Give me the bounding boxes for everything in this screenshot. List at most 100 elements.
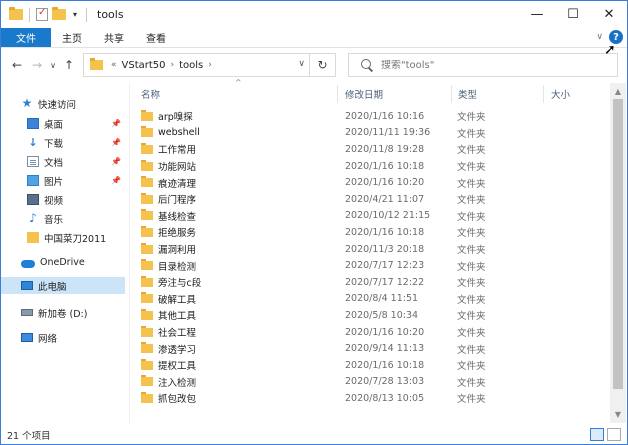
sidebar-item-label: 中国菜刀2011 bbox=[44, 233, 107, 245]
table-row[interactable]: webshell 2020/11/11 19:36 文件夹 bbox=[137, 125, 593, 142]
table-row[interactable]: arp嗅探 2020/1/16 10:16 文件夹 bbox=[137, 108, 593, 125]
file-type: 文件夹 bbox=[457, 245, 486, 257]
folder-icon[interactable] bbox=[9, 7, 23, 20]
sidebar-item-downloads[interactable]: ↓ 下载 📌 bbox=[27, 134, 125, 151]
breadcrumb-tools[interactable]: tools bbox=[176, 60, 206, 71]
large-icons-view-button[interactable] bbox=[607, 428, 621, 441]
table-row[interactable]: 其他工具 2020/5/8 10:34 文件夹 bbox=[137, 307, 593, 324]
table-row[interactable]: 痕迹清理 2020/1/16 10:20 文件夹 bbox=[137, 174, 593, 191]
maximize-button[interactable]: ☐ bbox=[555, 1, 591, 28]
sidebar-item-videos[interactable]: 视频 bbox=[27, 191, 125, 208]
title-bar: ▾ tools — ☐ ✕ bbox=[1, 1, 627, 28]
sidebar-item-this-pc[interactable]: 此电脑 bbox=[1, 277, 125, 294]
folder-icon bbox=[141, 176, 153, 188]
sidebar-item-drive-d[interactable]: 新加卷 (D:) bbox=[21, 304, 125, 321]
expand-ribbon-icon[interactable]: ∨ bbox=[596, 32, 603, 42]
table-row[interactable]: 渗透学习 2020/9/14 11:13 文件夹 bbox=[137, 340, 593, 357]
pin-icon[interactable]: 📌 bbox=[111, 119, 121, 128]
file-type: 文件夹 bbox=[457, 261, 486, 273]
column-divider[interactable] bbox=[337, 85, 338, 103]
sidebar-item-network[interactable]: 网络 bbox=[21, 329, 125, 346]
sidebar-item-music[interactable]: ♪ 音乐 bbox=[27, 210, 125, 227]
tab-file[interactable]: 文件 bbox=[1, 28, 51, 47]
table-row[interactable]: 漏洞利用 2020/11/3 20:18 文件夹 bbox=[137, 241, 593, 258]
file-type: 文件夹 bbox=[457, 311, 486, 323]
file-type: 文件夹 bbox=[457, 278, 486, 290]
table-row[interactable]: 抓包改包 2020/8/13 10:05 文件夹 bbox=[137, 390, 593, 407]
recent-locations-icon[interactable]: ∨ bbox=[47, 55, 59, 75]
tab-home[interactable]: 主页 bbox=[51, 28, 93, 47]
forward-button[interactable]: → bbox=[27, 55, 47, 75]
table-row[interactable]: 旁注与c段 2020/7/17 12:22 文件夹 bbox=[137, 274, 593, 291]
file-date: 2020/11/3 20:18 bbox=[345, 243, 425, 255]
scrollbar-thumb[interactable] bbox=[613, 99, 623, 389]
download-icon: ↓ bbox=[28, 136, 38, 149]
scroll-down-icon[interactable]: ▼ bbox=[610, 407, 626, 421]
refresh-button[interactable]: ↻ bbox=[309, 54, 335, 76]
sidebar-item-documents[interactable]: 文档 📌 bbox=[27, 153, 125, 170]
new-folder-icon[interactable] bbox=[52, 7, 66, 20]
folder-icon bbox=[141, 259, 153, 271]
column-header-date[interactable]: 修改日期 bbox=[345, 85, 383, 103]
table-row[interactable]: 后门程序 2020/4/21 11:07 文件夹 bbox=[137, 191, 593, 208]
file-date: 2020/1/16 10:16 bbox=[345, 110, 425, 122]
breadcrumb-vstart50[interactable]: VStart50 bbox=[119, 60, 169, 71]
file-name: 旁注与c段 bbox=[158, 278, 202, 290]
chevron-right-icon[interactable]: › bbox=[206, 60, 214, 70]
search-box[interactable] bbox=[348, 53, 618, 77]
view-toggle bbox=[590, 428, 621, 441]
column-divider[interactable] bbox=[543, 85, 544, 103]
table-row[interactable]: 目录检测 2020/7/17 12:23 文件夹 bbox=[137, 257, 593, 274]
music-icon: ♪ bbox=[29, 211, 37, 225]
close-button[interactable]: ✕ bbox=[591, 1, 627, 28]
sidebar-item-chopper[interactable]: 中国菜刀2011 bbox=[27, 229, 125, 246]
table-row[interactable]: 工作常用 2020/11/8 19:28 文件夹 bbox=[137, 141, 593, 158]
column-header-type[interactable]: 类型 bbox=[458, 85, 477, 103]
sidebar-item-desktop[interactable]: 桌面 📌 bbox=[27, 115, 125, 132]
column-divider[interactable] bbox=[451, 85, 452, 103]
tab-share[interactable]: 共享 bbox=[93, 28, 135, 47]
file-name: webshell bbox=[158, 127, 200, 139]
file-type: 文件夹 bbox=[457, 162, 486, 174]
address-dropdown-icon[interactable]: ∨ bbox=[298, 59, 305, 69]
table-row[interactable]: 拒绝服务 2020/1/16 10:18 文件夹 bbox=[137, 224, 593, 241]
video-icon bbox=[27, 194, 39, 205]
vertical-scrollbar[interactable]: ▲ ▼ bbox=[610, 83, 626, 423]
table-row[interactable]: 基线检查 2020/10/12 21:15 文件夹 bbox=[137, 208, 593, 225]
folder-icon bbox=[141, 109, 153, 121]
sidebar-item-pictures[interactable]: 图片 📌 bbox=[27, 172, 125, 189]
column-header-size[interactable]: 大小 bbox=[551, 85, 570, 103]
minimize-button[interactable]: — bbox=[519, 1, 555, 28]
star-icon: ★ bbox=[21, 96, 33, 110]
address-overflow[interactable]: « bbox=[109, 60, 119, 70]
sidebar-item-onedrive[interactable]: OneDrive bbox=[21, 254, 125, 271]
tab-view[interactable]: 查看 bbox=[135, 28, 177, 47]
folder-icon bbox=[141, 159, 153, 171]
table-row[interactable]: 注入检测 2020/7/28 13:03 文件夹 bbox=[137, 374, 593, 391]
file-name: 基线检查 bbox=[158, 211, 197, 223]
table-row[interactable]: 功能网站 2020/1/16 10:18 文件夹 bbox=[137, 158, 593, 175]
details-view-button[interactable] bbox=[590, 428, 604, 441]
chevron-right-icon[interactable]: › bbox=[169, 60, 177, 70]
file-date: 2020/8/13 10:05 bbox=[345, 392, 425, 404]
table-row[interactable]: 社会工程 2020/1/16 10:20 文件夹 bbox=[137, 324, 593, 341]
file-date: 2020/1/16 10:20 bbox=[345, 326, 425, 338]
search-input[interactable] bbox=[381, 59, 601, 71]
file-date: 2020/11/11 19:36 bbox=[345, 127, 431, 139]
qat-dropdown-icon[interactable]: ▾ bbox=[70, 10, 80, 19]
address-bar[interactable]: « VStart50 › tools › ∨ ↻ bbox=[83, 53, 336, 77]
file-date: 2020/8/4 11:51 bbox=[345, 293, 419, 305]
sidebar-item-label: 视频 bbox=[44, 195, 64, 207]
pin-icon[interactable]: 📌 bbox=[111, 176, 121, 185]
pane-divider[interactable] bbox=[129, 83, 130, 423]
scroll-up-icon[interactable]: ▲ bbox=[610, 84, 626, 98]
table-row[interactable]: 破解工具 2020/8/4 11:51 文件夹 bbox=[137, 291, 593, 308]
column-header-name[interactable]: 名称 bbox=[141, 85, 160, 103]
up-button[interactable]: ↑ bbox=[59, 55, 79, 75]
properties-icon[interactable] bbox=[36, 7, 48, 21]
table-row[interactable]: 提权工具 2020/1/16 10:18 文件夹 bbox=[137, 357, 593, 374]
back-button[interactable]: ← bbox=[7, 55, 27, 75]
sidebar-item-quick-access[interactable]: ★ 快速访问 bbox=[21, 95, 125, 112]
pin-icon[interactable]: 📌 bbox=[111, 138, 121, 147]
pin-icon[interactable]: 📌 bbox=[111, 157, 121, 166]
